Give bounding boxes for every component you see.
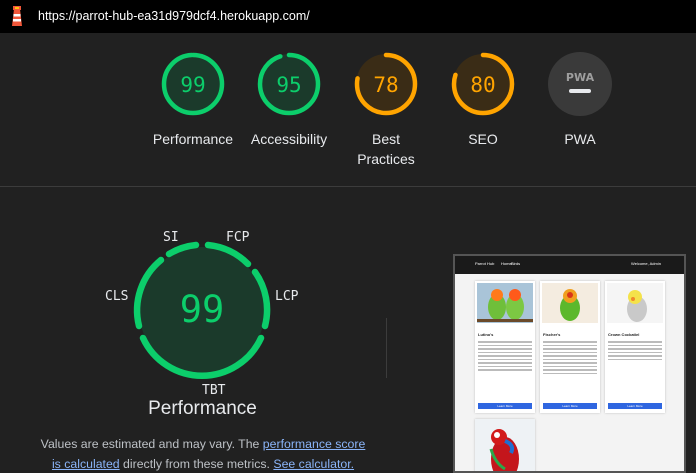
gauge-performance-label: Performance <box>152 131 234 147</box>
metric-fcp-label[interactable]: FCP <box>226 230 249 245</box>
pwa-badge-icon: PWA <box>548 52 612 116</box>
thumb-card-button: Learn More <box>543 403 597 409</box>
thumb-card-title: Fischer's <box>543 332 561 337</box>
metric-cls-label[interactable]: CLS <box>105 289 128 304</box>
gauge-best-practices-label: Best Practices <box>357 131 415 167</box>
thumb-card-button: Learn More <box>478 403 532 409</box>
page-url: https://parrot-hub-ea31d979dcf4.herokuap… <box>38 9 310 23</box>
estimate-note: Values are estimated and may vary. The p… <box>40 434 366 473</box>
score-gauges: 99 Performance 95 Accessibility 78 Best … <box>0 33 696 186</box>
thumb-user: Welcome, Admin <box>631 261 661 266</box>
thumb-nav-birds: Birds <box>511 261 521 266</box>
thumb-card-title: Crown Cockatiel <box>608 332 640 337</box>
lovebird-photo-icon <box>477 283 533 323</box>
metrics-gauge-title: Performance <box>148 398 257 419</box>
gauge-seo-label: SEO <box>468 131 498 147</box>
vertical-divider <box>386 318 387 378</box>
pwa-badge-text: PWA <box>566 71 595 84</box>
metric-lcp-label[interactable]: LCP <box>275 289 298 304</box>
gauge-best-practices[interactable]: 78 Best Practices <box>331 51 441 169</box>
gauge-pwa[interactable]: PWA PWA <box>525 51 635 149</box>
fischer-photo-icon <box>542 283 598 323</box>
metric-tbt-label[interactable]: TBT <box>202 383 225 398</box>
thumb-card-button: Learn More <box>608 403 662 409</box>
metric-si-label[interactable]: SI <box>163 230 179 245</box>
macaw-photo-icon <box>475 419 535 471</box>
metrics-score-value: 99 <box>180 288 225 331</box>
gauge-accessibility[interactable]: 95 Accessibility <box>234 51 344 149</box>
gauge-performance-value: 99 <box>180 73 205 97</box>
gauge-accessibility-ring: 95 <box>257 52 321 116</box>
lighthouse-icon <box>12 6 22 26</box>
gauge-accessibility-label: Accessibility <box>250 131 328 147</box>
see-calculator-link[interactable]: See calculator. <box>273 457 354 471</box>
gauge-best-practices-ring: 78 <box>354 52 418 116</box>
final-screenshot-thumbnail[interactable]: Parrot Hub Home Birds Welcome, Admin Lut… <box>453 254 686 473</box>
address-bar: https://parrot-hub-ea31d979dcf4.herokuap… <box>0 0 696 33</box>
performance-metrics-gauge: 99 SI FCP LCP TBT CLS Performance <box>90 222 315 427</box>
note-text-middle: directly from these metrics. <box>119 457 274 471</box>
gauge-pwa-label: PWA <box>564 131 596 147</box>
metrics-ring: 99 <box>133 241 271 379</box>
gauge-performance[interactable]: 99 Performance <box>138 51 248 149</box>
gauge-performance-ring: 99 <box>161 52 225 116</box>
thumb-card: Fischer's Learn More <box>540 281 600 413</box>
thumb-navbar: Parrot Hub Home Birds Welcome, Admin <box>455 256 684 274</box>
gauge-seo-value: 80 <box>470 73 495 97</box>
note-text-before: Values are estimated and may vary. The <box>40 437 263 451</box>
gauge-seo-ring: 80 <box>451 52 515 116</box>
gauge-best-practices-value: 78 <box>373 73 398 97</box>
thumb-card-title: Lutino's <box>478 332 494 337</box>
section-divider <box>0 186 696 187</box>
thumb-brand: Parrot Hub <box>475 261 495 266</box>
gauge-seo[interactable]: 80 SEO <box>428 51 538 149</box>
cockatiel-photo-icon <box>607 283 663 323</box>
gauge-accessibility-value: 95 <box>276 73 301 97</box>
thumb-card: Lutino's Learn More <box>475 281 535 413</box>
thumb-card: Crown Cockatiel Learn More <box>605 281 665 413</box>
thumb-card-partial <box>475 419 535 471</box>
